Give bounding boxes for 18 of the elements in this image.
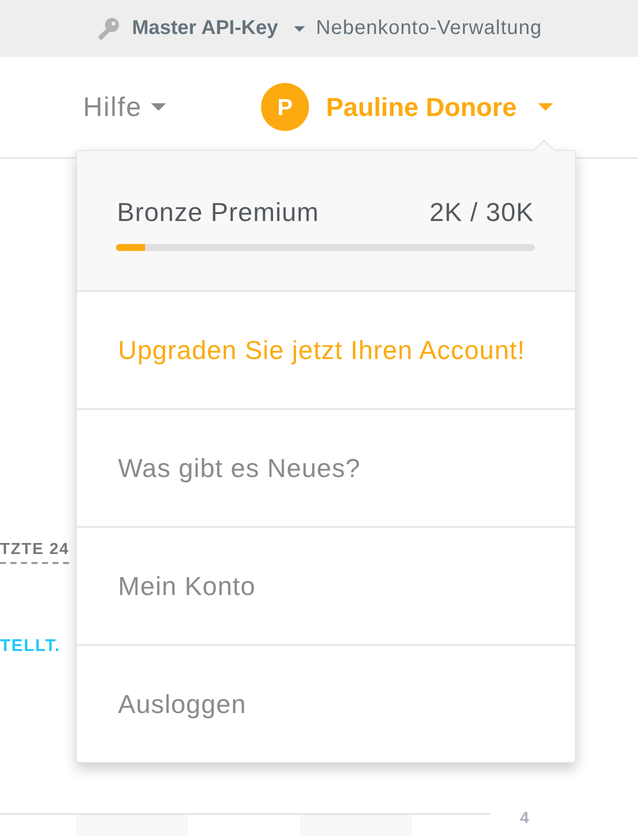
caret-icon	[151, 103, 166, 111]
subaccount-link[interactable]: Nebenkonto-Verwaltung	[294, 17, 542, 40]
plan-usage: 2K / 30K	[429, 196, 534, 228]
caret-icon	[538, 103, 553, 111]
menu-item[interactable]: Was gibt es Neues?	[77, 408, 575, 526]
user-avatar: P	[261, 83, 310, 131]
key-icon	[96, 16, 120, 40]
status-text: TELLT.	[0, 636, 60, 656]
menu-item[interactable]: Mein Konto	[77, 526, 575, 644]
user-menu-button[interactable]: P Pauline Donore	[261, 83, 553, 131]
page-number: 4	[520, 810, 529, 828]
menu-item[interactable]: Ausloggen	[77, 644, 575, 762]
help-menu-button[interactable]: Hilfe	[83, 92, 166, 122]
menu-item[interactable]: Upgraden Sie jetzt Ihren Account!	[77, 290, 575, 408]
caret-icon	[294, 26, 305, 32]
api-key-link[interactable]: Master API-Key	[132, 17, 278, 40]
period-label: TZTE 24	[0, 540, 70, 564]
plan-name: Bronze Premium	[117, 196, 320, 228]
